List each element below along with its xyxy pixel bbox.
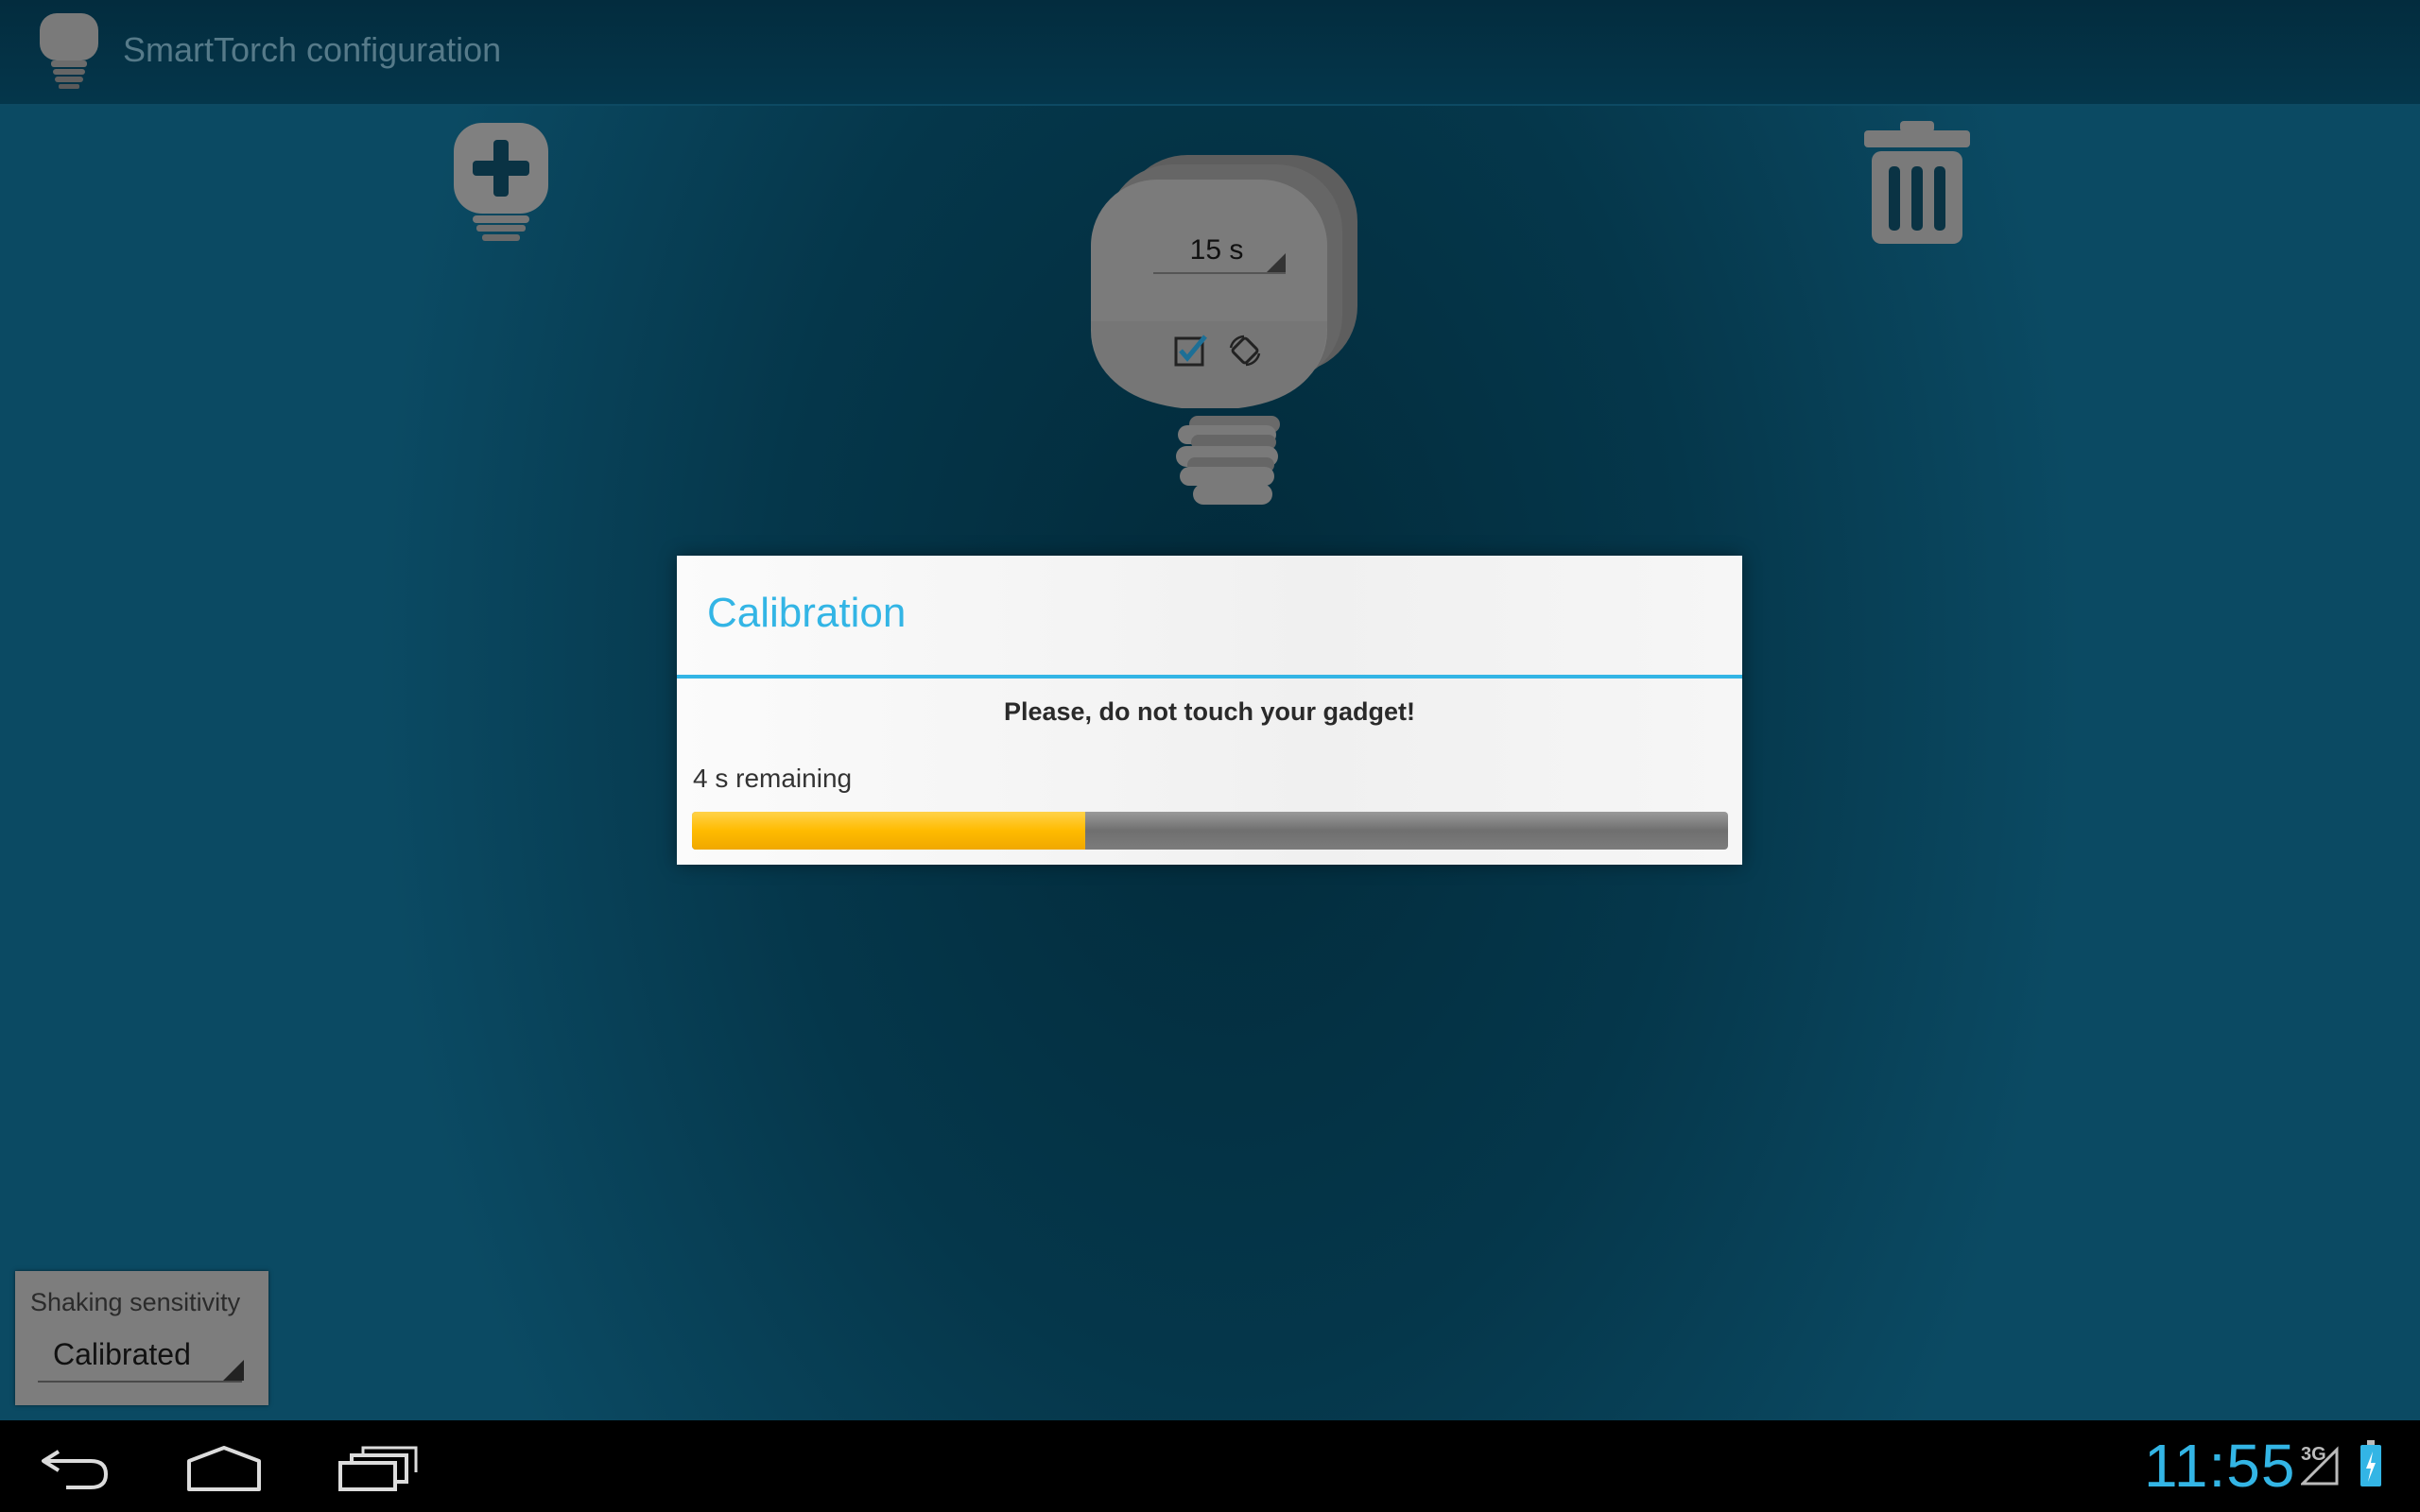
remaining-time-label: 4 s remaining xyxy=(693,764,853,793)
sensitivity-underline xyxy=(38,1381,242,1383)
trash-icon[interactable] xyxy=(1862,119,1972,246)
app-bulb-icon[interactable] xyxy=(34,11,104,89)
sensitivity-dropdown-icon xyxy=(223,1360,244,1381)
bulb-timeout-dropdown-icon xyxy=(1267,253,1286,272)
bulb-timeout-spinner[interactable]: 15 s xyxy=(1155,229,1278,272)
sensitivity-spinner[interactable]: Calibrated xyxy=(53,1337,191,1372)
recent-apps-icon[interactable] xyxy=(337,1444,418,1493)
app-title: SmartTorch configuration xyxy=(123,30,502,69)
dialog-title: Calibration xyxy=(707,590,907,636)
progress-fill xyxy=(692,812,1086,850)
dialog-divider xyxy=(677,675,1742,679)
calibration-dialog: Calibration Please, do not touch your ga… xyxy=(677,556,1742,865)
shaking-sensitivity-panel[interactable]: Shaking sensitivity Calibrated xyxy=(15,1271,268,1405)
back-icon[interactable] xyxy=(38,1438,113,1495)
status-clock: 11:55 xyxy=(2144,1432,2296,1500)
orientation-checkbox[interactable] xyxy=(1174,333,1208,367)
sensitivity-label: Shaking sensitivity xyxy=(30,1288,241,1316)
battery-charging-icon xyxy=(2360,1440,2381,1486)
bulb-stack-icon xyxy=(1091,155,1357,505)
bulb-widget[interactable]: 15 s xyxy=(1078,151,1371,510)
action-bar: SmartTorch configuration xyxy=(0,0,2420,106)
rotate-icon xyxy=(1229,335,1261,367)
home-icon[interactable] xyxy=(185,1444,263,1493)
network-type-label: 3G xyxy=(2301,1444,2326,1465)
add-bulb-icon[interactable] xyxy=(452,121,550,244)
dialog-message: Please, do not touch your gadget! xyxy=(1003,697,1416,726)
bulb-timeout-underline xyxy=(1153,272,1286,274)
calibration-progress-bar xyxy=(692,812,1728,850)
